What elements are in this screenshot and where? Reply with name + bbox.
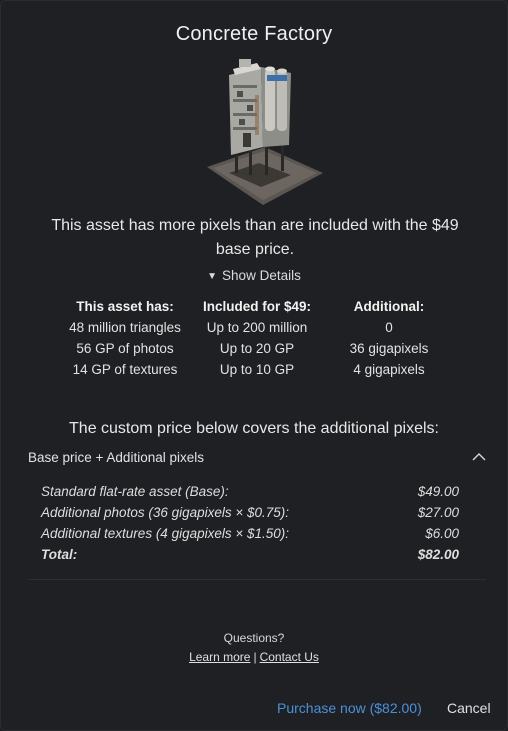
show-details-label: Show Details	[222, 268, 301, 283]
comparison-table: This asset has: Included for $49: Additi…	[53, 296, 461, 380]
help-links: Learn more | Contact Us	[1, 650, 507, 664]
asset-thumbnail	[207, 59, 323, 205]
contact-us-link[interactable]: Contact Us	[260, 650, 319, 664]
comparison-cell: 48 million triangles	[69, 320, 181, 335]
comparison-header: Additional:	[353, 299, 425, 314]
learn-more-link[interactable]: Learn more	[189, 650, 250, 664]
pixel-limit-message: This asset has more pixels than are incl…	[51, 217, 459, 258]
breakdown-value: $49.00	[417, 484, 459, 499]
price-breakdown-accordion[interactable]: Base price + Additional pixels	[28, 447, 488, 469]
breakdown-row: Additional photos (36 gigapixels × $0.75…	[41, 502, 459, 523]
divider	[28, 579, 486, 580]
questions-label: Questions?	[223, 631, 285, 645]
comparison-header: Included for $49:	[202, 299, 312, 314]
comparison-cell: 14 GP of textures	[72, 362, 178, 377]
chevron-up-icon[interactable]	[472, 452, 486, 462]
breakdown-label: Additional textures (4 gigapixels × $1.5…	[41, 526, 290, 541]
total-label: Total:	[41, 547, 78, 562]
comparison-cell: Up to 10 GP	[219, 362, 295, 377]
breakdown-label: Additional photos (36 gigapixels × $0.75…	[41, 505, 290, 520]
comparison-cell: 0	[385, 320, 393, 335]
purchase-dialog: Concrete Factory This asset has more pix…	[0, 0, 508, 731]
comparison-cell: Up to 20 GP	[219, 341, 295, 356]
dialog-title: Concrete Factory	[175, 23, 333, 45]
comparison-cell: Up to 200 million	[206, 320, 308, 335]
total-value: $82.00	[417, 547, 459, 562]
triangle-down-icon: ▼	[207, 271, 218, 282]
breakdown-row: Additional textures (4 gigapixels × $1.5…	[41, 523, 459, 544]
comparison-cell: 56 GP of photos	[76, 341, 174, 356]
link-separator: |	[253, 650, 257, 664]
accordion-label: Base price + Additional pixels	[28, 450, 204, 465]
comparison-cell: 36 gigapixels	[349, 341, 429, 356]
breakdown-value: $27.00	[417, 505, 459, 520]
purchase-now-button[interactable]: Purchase now ($82.00)	[277, 700, 422, 716]
breakdown-value: $6.00	[425, 526, 459, 541]
price-breakdown: Standard flat-rate asset (Base): $49.00 …	[41, 481, 459, 565]
breakdown-total-row: Total: $82.00	[41, 544, 459, 565]
breakdown-label: Standard flat-rate asset (Base):	[41, 484, 229, 499]
breakdown-row: Standard flat-rate asset (Base): $49.00	[41, 481, 459, 502]
comparison-header: This asset has:	[76, 299, 174, 314]
comparison-cell: 4 gigapixels	[353, 362, 425, 377]
show-details-toggle[interactable]: ▼ Show Details	[1, 268, 507, 283]
cancel-button[interactable]: Cancel	[447, 700, 491, 716]
custom-price-note: The custom price below covers the additi…	[69, 420, 439, 437]
